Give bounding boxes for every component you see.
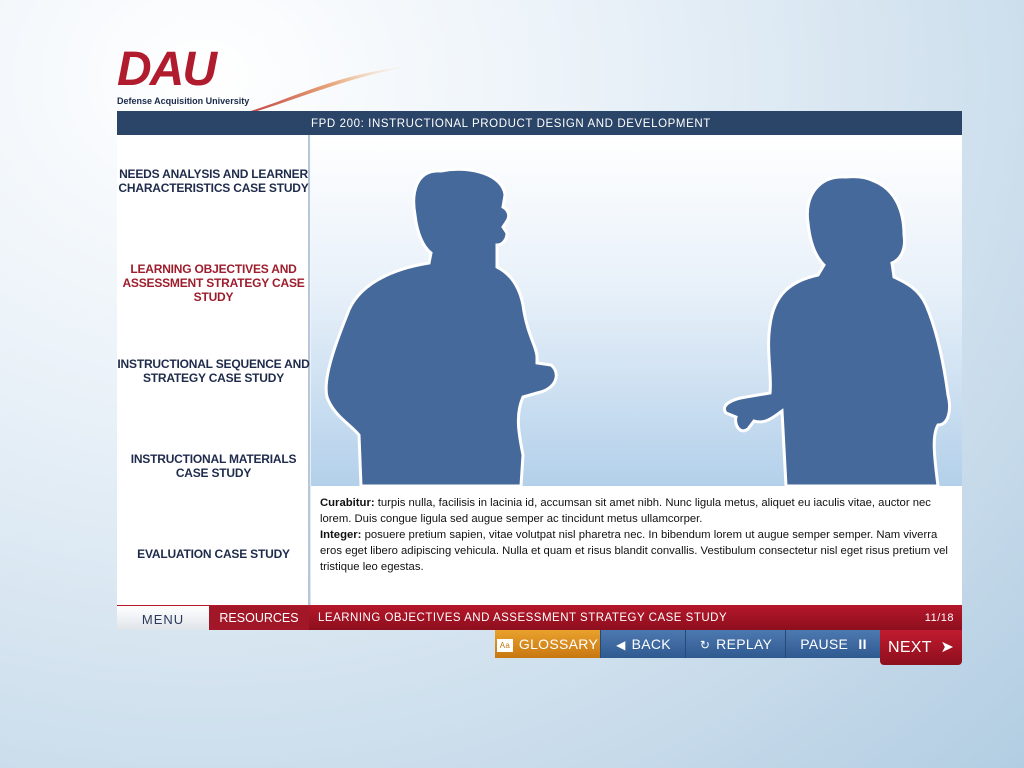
- next-button[interactable]: NEXT ➤: [880, 630, 962, 665]
- logo-subtitle: Defense Acquisition University: [117, 96, 250, 106]
- glossary-icon: Aa: [496, 639, 513, 652]
- sidebar-item-instructional-sequence[interactable]: INSTRUCTIONAL SEQUENCE AND STRATEGY CASE…: [117, 357, 310, 385]
- sidebar-item-evaluation[interactable]: EVALUATION CASE STUDY: [117, 547, 310, 561]
- content-text: Curabitur: turpis nulla, facilisis in la…: [320, 495, 950, 575]
- glossary-label: GLOSSARY: [518, 636, 599, 652]
- pause-icon: II: [858, 636, 867, 652]
- paragraph-1: Curabitur: turpis nulla, facilisis in la…: [320, 495, 950, 527]
- replay-label: REPLAY: [716, 636, 773, 652]
- menu-tab[interactable]: MENU: [117, 606, 209, 630]
- content-panel: Curabitur: turpis nulla, facilisis in la…: [311, 135, 962, 605]
- silhouette-scene: [311, 135, 962, 486]
- course-title-bar: FPD 200: INSTRUCTIONAL PRODUCT DESIGN AN…: [117, 111, 962, 135]
- resources-tab[interactable]: RESOURCES: [209, 606, 309, 630]
- sidebar-item-needs-analysis[interactable]: NEEDS ANALYSIS AND LEARNER CHARACTERISTI…: [117, 167, 310, 195]
- paragraph-2: Integer: posuere pretium sapien, vitae v…: [320, 527, 950, 575]
- pause-label: PAUSE: [800, 636, 849, 652]
- next-label: NEXT: [887, 639, 932, 656]
- logo-brand: DAU: [117, 43, 217, 96]
- paragraph-1-body: turpis nulla, facilisis in lacinia id, a…: [320, 497, 931, 525]
- glossary-button[interactable]: Aa GLOSSARY: [495, 630, 600, 658]
- next-arrow-icon: ➤: [940, 639, 955, 656]
- paragraph-1-lead: Curabitur:: [320, 497, 375, 509]
- paragraph-2-lead: Integer:: [320, 529, 362, 541]
- page-indicator: 11/18: [924, 612, 954, 624]
- man-silhouette: [324, 167, 558, 486]
- course-title: FPD 200: INSTRUCTIONAL PRODUCT DESIGN AN…: [311, 118, 711, 130]
- paragraph-2-body: posuere pretium sapien, vitae volutpat n…: [320, 529, 948, 573]
- replay-button[interactable]: ↻ REPLAY: [685, 630, 786, 658]
- woman-silhouette: [723, 175, 952, 486]
- case-study-sidebar: NEEDS ANALYSIS AND LEARNER CHARACTERISTI…: [117, 135, 310, 605]
- replay-icon: ↻: [699, 638, 711, 652]
- back-label: BACK: [631, 636, 671, 652]
- sidebar-item-learning-objectives[interactable]: LEARNING OBJECTIVES AND ASSESSMENT STRAT…: [117, 262, 310, 304]
- breadcrumb: LEARNING OBJECTIVES AND ASSESSMENT STRAT…: [318, 612, 728, 624]
- back-button[interactable]: ◀ BACK: [600, 630, 686, 658]
- pause-button[interactable]: PAUSE II: [785, 630, 881, 658]
- back-arrow-icon: ◀: [616, 638, 626, 652]
- sidebar-item-instructional-materials[interactable]: INSTRUCTIONAL MATERIALS CASE STUDY: [117, 452, 310, 480]
